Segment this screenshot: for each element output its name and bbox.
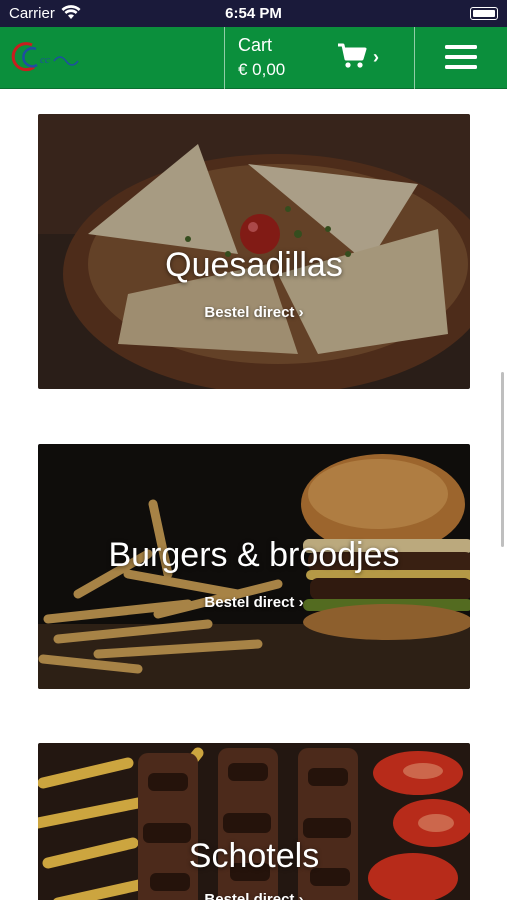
category-tile-schotels[interactable]: Schotels Bestel direct › <box>38 743 470 900</box>
hamburger-menu-icon <box>445 45 477 69</box>
category-title: Quesadillas <box>165 246 343 284</box>
order-now-link[interactable]: Bestel direct › <box>38 304 470 321</box>
cart-icon <box>337 43 367 74</box>
category-title: Burgers & broodjes <box>108 536 400 574</box>
cart-chevron: › <box>373 47 379 67</box>
status-bar: Carrier 6:54 PM <box>0 0 507 27</box>
svg-text:cc: cc <box>40 54 50 66</box>
cart-label: Cart <box>238 35 273 55</box>
menu-button[interactable] <box>415 27 507 89</box>
order-now-link[interactable]: Bestel direct › <box>38 891 470 900</box>
category-tile-burgers[interactable]: Burgers & broodjes Bestel direct › <box>38 444 470 689</box>
category-list[interactable]: Quesadillas Bestel direct › Burgers & br… <box>0 89 507 900</box>
app-header: cc Cart € 0,00 › <box>0 27 507 89</box>
cart-button[interactable]: Cart € 0,00 › <box>225 27 413 89</box>
scrollbar[interactable] <box>501 372 504 547</box>
category-tile-quesadillas[interactable]: Quesadillas Bestel direct › <box>38 114 470 389</box>
logo-icon[interactable]: cc <box>10 37 90 77</box>
schotels-image <box>38 743 470 900</box>
clock: 6:54 PM <box>225 5 282 22</box>
cart-total: € 0,00 <box>238 60 286 79</box>
battery-icon <box>470 7 498 20</box>
category-title: Schotels <box>188 837 320 875</box>
order-now-link[interactable]: Bestel direct › <box>38 594 470 611</box>
